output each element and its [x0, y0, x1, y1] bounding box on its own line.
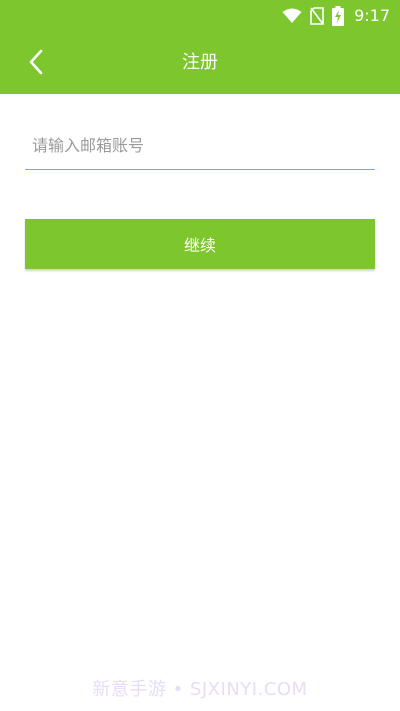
status-time: 9:17 [354, 6, 390, 25]
battery-charging-icon [332, 6, 345, 26]
watermark: 新意手游 • SJXINYI.COM [92, 679, 308, 700]
page-title: 注册 [182, 52, 218, 73]
status-icons: 9:17 [282, 4, 390, 28]
continue-button[interactable]: 继续 [25, 219, 375, 269]
no-sim-icon [310, 7, 324, 25]
status-bar: 9:17 [0, 0, 400, 32]
email-field-container [25, 122, 375, 170]
wifi-icon [282, 8, 302, 24]
email-field[interactable] [25, 122, 375, 168]
app-header: 9:17 注册 [0, 0, 400, 94]
